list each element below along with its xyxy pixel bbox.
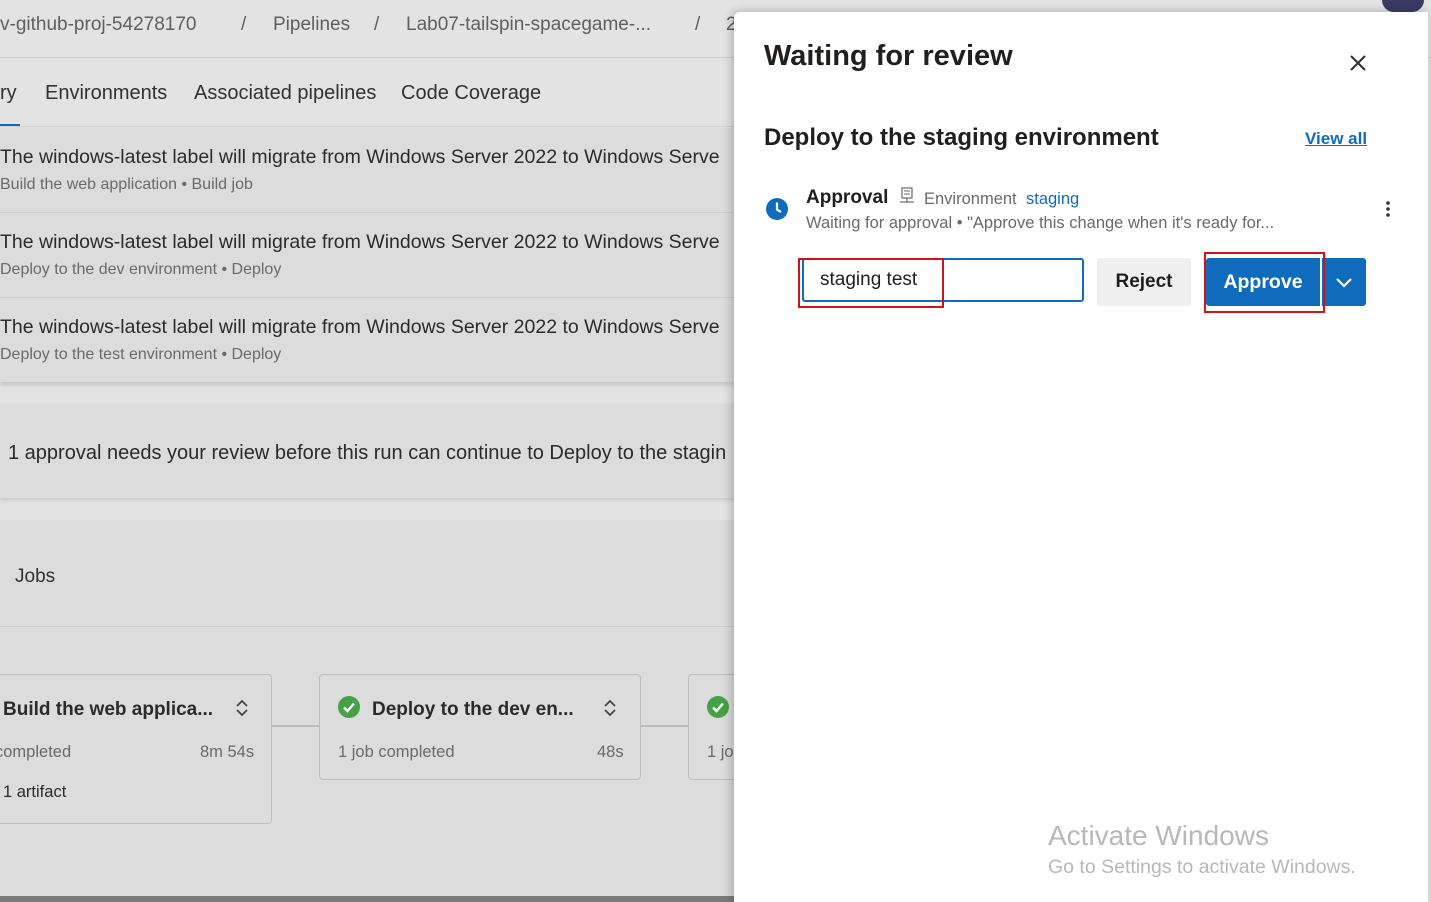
tab-summary[interactable]: ry: [0, 82, 17, 105]
warning-title: The windows-latest label will migrate fr…: [0, 316, 720, 338]
jobs-panel: Jobs Build the web applica... completed …: [0, 520, 810, 902]
warning-item[interactable]: The windows-latest label will migrate fr…: [0, 298, 740, 382]
avatar[interactable]: [1382, 0, 1424, 12]
approve-button[interactable]: Approve: [1206, 258, 1320, 306]
windows-activation-watermark: Activate Windows Go to Settings to activ…: [1048, 820, 1356, 879]
approve-options-button[interactable]: [1322, 258, 1366, 306]
breadcrumb-pipeline-name[interactable]: Lab07-tailspin-spacegame-...: [406, 14, 651, 36]
stage-name: Deploy to the dev en...: [372, 699, 574, 720]
warning-title: The windows-latest label will migrate fr…: [0, 231, 720, 253]
tab-associated-pipelines[interactable]: Associated pipelines: [194, 82, 376, 105]
breadcrumb-project[interactable]: v-github-proj-54278170: [0, 14, 196, 36]
stage-card-build[interactable]: Build the web applica... completed 8m 54…: [0, 674, 272, 824]
tab-bar: ry Environments Associated pipelines Cod…: [0, 80, 740, 128]
more-options-icon[interactable]: [1382, 198, 1394, 220]
tab-code-coverage[interactable]: Code Coverage: [401, 82, 541, 105]
view-all-link[interactable]: View all: [1305, 129, 1367, 149]
environment-icon: [900, 187, 914, 203]
reject-button[interactable]: Reject: [1097, 258, 1191, 306]
stage-duration: 48s: [597, 743, 624, 761]
environment-label: Environment: [924, 190, 1017, 208]
watermark-title: Activate Windows: [1048, 820, 1269, 851]
stage-jobs-completed: 1 jo: [707, 743, 734, 761]
warning-item[interactable]: The windows-latest label will migrate fr…: [0, 213, 740, 298]
jobs-title: Jobs: [15, 566, 56, 587]
stage-card-dev[interactable]: Deploy to the dev en... 1 job completed …: [319, 674, 641, 780]
tabs-divider: [0, 126, 740, 127]
approval-banner-text: 1 approval needs your review before this…: [8, 442, 727, 464]
stage-duration: 8m 54s: [200, 743, 255, 761]
comment-input[interactable]: [802, 258, 1084, 302]
environment-link[interactable]: staging: [1026, 190, 1079, 209]
close-button[interactable]: [1338, 48, 1378, 78]
jobs-divider: [0, 626, 740, 627]
warning-source: Deploy to the dev environment • Deploy: [0, 261, 282, 278]
approval-banner: 1 approval needs your review before this…: [0, 404, 740, 498]
warning-source: Build the web application • Build job: [0, 176, 253, 193]
horizontal-scrollbar[interactable]: [0, 896, 740, 902]
stage-connector: [272, 725, 320, 727]
stage-jobs-completed: completed: [0, 743, 72, 761]
stage-connector: [641, 725, 689, 727]
warning-item[interactable]: The windows-latest label will migrate fr…: [0, 128, 740, 213]
success-check-icon: [707, 696, 729, 718]
watermark-subtitle: Go to Settings to activate Windows.: [1048, 856, 1356, 878]
expand-collapse-icon[interactable]: [235, 697, 249, 719]
clock-icon: [766, 198, 788, 220]
breadcrumb-separator: /: [374, 14, 380, 35]
stage-artifact-link[interactable]: 1 artifact: [3, 783, 66, 802]
success-check-icon: [338, 696, 360, 718]
warning-title: The windows-latest label will migrate fr…: [0, 146, 720, 168]
stage-name: Build the web applica...: [3, 699, 214, 720]
chevron-down-icon: [1336, 278, 1352, 288]
tab-environments[interactable]: Environments: [45, 82, 167, 105]
warnings-list: The windows-latest label will migrate fr…: [0, 128, 740, 382]
review-panel: Waiting for review Deploy to the staging…: [734, 12, 1428, 902]
panel-title: Waiting for review: [764, 40, 1013, 72]
breadcrumb-separator: /: [241, 14, 247, 35]
expand-collapse-icon[interactable]: [603, 697, 617, 719]
stage-jobs-completed: 1 job completed: [338, 743, 455, 761]
approval-subtitle: Waiting for approval • "Approve this cha…: [806, 214, 1275, 232]
approval-label: Approval: [806, 187, 889, 208]
close-icon: [1350, 55, 1366, 71]
breadcrumb-pipelines[interactable]: Pipelines: [273, 14, 350, 36]
stage-section-title: Deploy to the staging environment: [764, 124, 1159, 151]
breadcrumb-separator: /: [695, 14, 701, 35]
warning-source: Deploy to the test environment • Deploy: [0, 346, 282, 363]
